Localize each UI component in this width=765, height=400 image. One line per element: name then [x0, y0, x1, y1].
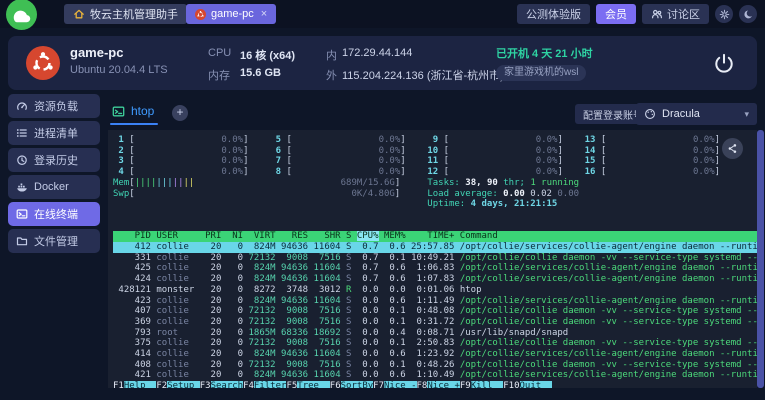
power-button[interactable] [713, 52, 735, 74]
terminal-line: 4 [ 0.0%] 8 [ 0.0%] 12 [ 0.0%] 16 [ 0.0%… [113, 167, 757, 178]
theme-toggle-button[interactable] [739, 5, 757, 23]
terminal-line: 375 collie 20 0 72132 9008 7516 S 0.0 0.… [113, 338, 757, 349]
terminal-line: Mem[||||||||||| 689M/15.6G] Tasks: 38, 9… [113, 178, 757, 189]
ubuntu-icon [195, 9, 206, 20]
close-icon[interactable]: × [261, 9, 267, 20]
terminal-scrollbar[interactable] [757, 130, 764, 388]
sidebar-item-file-manager[interactable]: 文件管理 [8, 229, 100, 253]
new-terminal-button[interactable]: + [172, 105, 188, 121]
sidebar-item-docker[interactable]: Docker [8, 175, 100, 199]
gauge-icon [16, 100, 28, 112]
share-terminal-button[interactable] [722, 138, 743, 159]
share-icon [727, 143, 738, 154]
host-os: Ubuntu 20.04.4 LTS [70, 64, 168, 76]
moon-icon [743, 9, 754, 20]
terminal-line [113, 221, 757, 232]
ubuntu-logo-icon [26, 46, 60, 80]
terminal-line: 428121 monster 20 0 8272 3748 3012 R 0.0… [113, 285, 757, 296]
tab-host-game-pc[interactable]: game-pc × [186, 4, 276, 24]
terminal-line: 412 collie 20 0 824M 94636 11604 S 0.7 0… [113, 242, 757, 253]
terminal-line [113, 210, 757, 221]
terminal-line: 407 collie 20 0 72132 9008 7516 S 0.0 0.… [113, 306, 757, 317]
terminal-line: 331 collie 20 0 72132 9008 7516 S 0.7 0.… [113, 253, 757, 264]
terminal[interactable]: 1 [ 0.0%] 5 [ 0.0%] 9 [ 0.0%] 13 [ 0.0%]… [108, 130, 757, 388]
home-icon [73, 8, 85, 20]
sidebar-item-label: 文件管理 [34, 233, 78, 249]
terminal-line: F1Help F2Setup F3SearchF4FilterF5Tree F6… [113, 381, 757, 388]
people-icon [651, 8, 663, 20]
host-card: game-pc Ubuntu 20.04.4 LTS CPU 16 核 (x64… [8, 36, 757, 90]
member-button[interactable]: 会员 [596, 4, 636, 24]
terminal-line: 408 collie 20 0 72132 9008 7516 S 0.0 0.… [113, 360, 757, 371]
sidebar-item-label: 资源负载 [34, 98, 78, 114]
terminal-line: 793 root 20 0 1865M 68336 18692 S 0.0 0.… [113, 328, 757, 339]
sidebar-item-online-terminal[interactable]: 在线终端 [8, 202, 100, 226]
terminal-line: 1 [ 0.0%] 5 [ 0.0%] 9 [ 0.0%] 13 [ 0.0%] [113, 135, 757, 146]
sidebar-item-label: 在线终端 [34, 206, 78, 222]
app-logo-icon[interactable] [6, 0, 37, 30]
terminal-line: 3 [ 0.0%] 7 [ 0.0%] 11 [ 0.0%] 15 [ 0.0%… [113, 156, 757, 167]
mem-label: 内存 [208, 67, 230, 83]
member-label: 会员 [605, 6, 627, 22]
sidebar: 资源负载进程清单登录历史 Docker 在线终端文件管理 [8, 94, 100, 256]
terminal-line: Swp[ 0K/4.80G] Load average: 0.00 0.02 0… [113, 189, 757, 200]
host-tag: 家里游戏机的wsl [496, 65, 586, 81]
terminal-theme-select[interactable]: Dracula ▾ [636, 103, 757, 125]
terminal-line: 2 [ 0.0%] 6 [ 0.0%] 10 [ 0.0%] 14 [ 0.0%… [113, 146, 757, 157]
forum-button[interactable]: 讨论区 [642, 4, 709, 24]
mem-value: 15.6 GB [240, 67, 281, 79]
topbar: 牧云主机管理助手 game-pc × 公测体验版 会员 讨论区 [0, 0, 765, 28]
tab-htop-label: htop [131, 104, 154, 118]
terminal-line: 424 collie 20 0 824M 94636 11604 S 0.7 0… [113, 274, 757, 285]
cpu-label: CPU [208, 47, 231, 59]
terminal-line: 423 collie 20 0 824M 94636 11604 S 0.0 0… [113, 296, 757, 307]
sidebar-item-resource-load[interactable]: 资源负载 [8, 94, 100, 118]
beta-version-label: 公测体验版 [526, 6, 581, 22]
host-name: game-pc [70, 45, 123, 60]
wan-ip: 115.204.224.136 (浙江省-杭州市) [342, 67, 504, 83]
sidebar-item-process-list[interactable]: 进程清单 [8, 121, 100, 145]
terminal-line: 414 collie 20 0 824M 94636 11604 S 0.0 0… [113, 349, 757, 360]
terminal-line: 425 collie 20 0 824M 94636 11604 S 0.7 0… [113, 263, 757, 274]
tab-htop[interactable]: htop [112, 104, 154, 118]
terminal-theme-value: Dracula [662, 108, 700, 120]
lan-ip: 172.29.44.144 [342, 47, 412, 59]
terminal-line: 369 collie 20 0 72132 9008 7516 S 0.0 0.… [113, 317, 757, 328]
cpu-value: 16 核 (x64) [240, 47, 295, 63]
settings-button[interactable] [715, 5, 733, 23]
sidebar-item-label: 登录历史 [34, 152, 78, 168]
tab-app-home-label: 牧云主机管理助手 [90, 6, 178, 22]
uptime-text: 已开机 4 天 21 小时 [496, 45, 593, 61]
forum-label: 讨论区 [667, 6, 700, 22]
tab-app-home[interactable]: 牧云主机管理助手 [64, 4, 187, 24]
active-tab-underline [110, 123, 158, 125]
terminal-icon [16, 208, 28, 220]
folder-icon [16, 235, 28, 247]
sidebar-item-label: 进程清单 [34, 125, 78, 141]
htop-screen: 1 [ 0.0%] 5 [ 0.0%] 9 [ 0.0%] 13 [ 0.0%]… [108, 130, 757, 388]
tab-host-label: game-pc [211, 8, 254, 20]
terminal-line: PID USER PRI NI VIRT RES SHR S CPU% MEM%… [113, 231, 757, 242]
terminal-line: 421 collie 20 0 824M 94636 11604 S 0.0 0… [113, 370, 757, 381]
wan-label: 外 [326, 67, 337, 83]
terminal-tab-icon [112, 105, 125, 118]
terminal-line: Uptime: 4 days, 21:21:15 [113, 199, 757, 210]
sidebar-item-login-history[interactable]: 登录历史 [8, 148, 100, 172]
lan-label: 内 [326, 47, 337, 63]
history-icon [16, 154, 28, 166]
configure-login-account-label: 配置登录账号 [583, 107, 643, 122]
sidebar-item-label: Docker [34, 181, 69, 193]
chevron-down-icon: ▾ [744, 109, 749, 120]
palette-icon [644, 108, 656, 120]
docker-icon [16, 181, 28, 193]
beta-version-button[interactable]: 公测体验版 [517, 4, 590, 24]
list-icon [16, 127, 28, 139]
gear-icon [719, 9, 730, 20]
